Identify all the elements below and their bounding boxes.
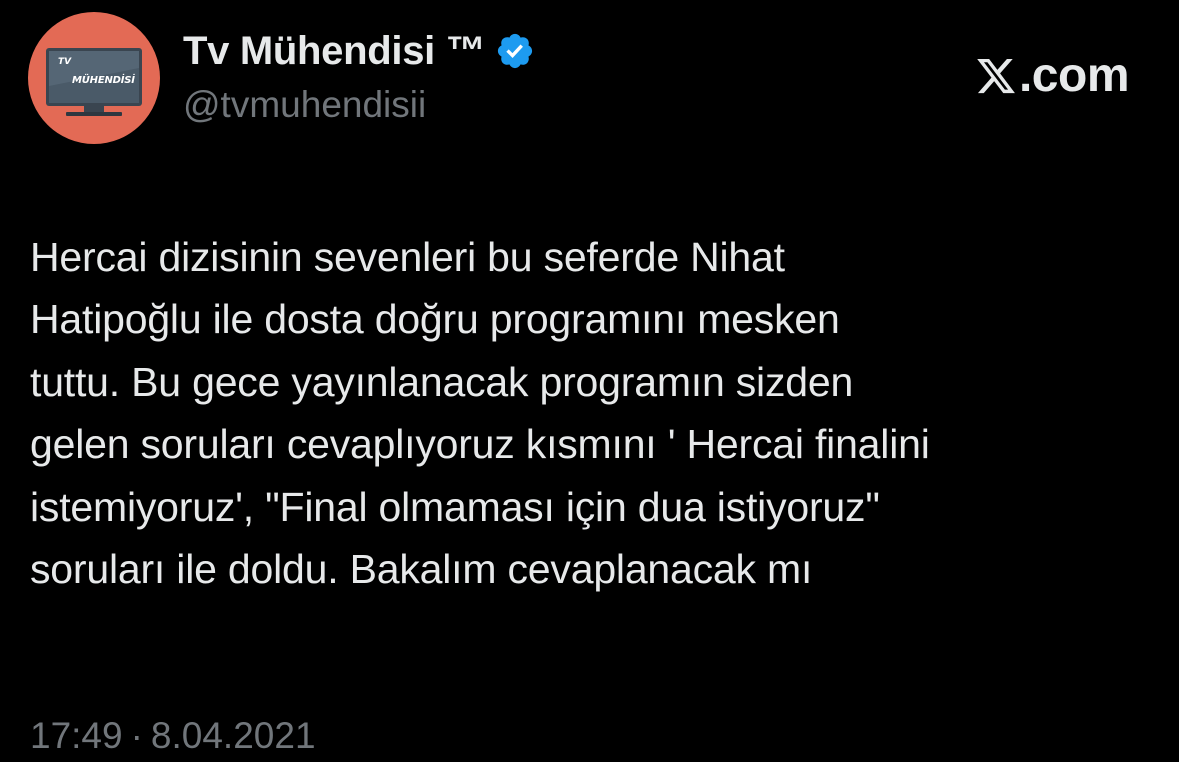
author-display-name[interactable]: Tv Mühendisi ™ xyxy=(183,29,486,74)
author-name-row: Tv Mühendisi ™ xyxy=(183,26,535,76)
verified-badge-icon xyxy=(495,31,535,71)
brand-text: .com xyxy=(1018,49,1130,102)
tweet-text-line: tuttu. Bu gece yayınlanacak programın si… xyxy=(30,358,854,405)
author-handle[interactable]: @tvmuhendisii xyxy=(183,84,426,126)
tweet-timestamp: 17:49 · 8.04.2021 xyxy=(30,715,316,757)
tweet-text-line: gelen soruları cevaplıyoruz kısmını ' He… xyxy=(30,421,930,468)
avatar-text-muhendisi: MÜHENDİSİ xyxy=(72,75,135,86)
avatar-text-tv: TV xyxy=(58,57,72,67)
tweet-text-line: soruları ile doldu. Bakalım cevaplanacak… xyxy=(30,546,813,593)
meta-separator: · xyxy=(130,715,143,756)
x-logo-icon xyxy=(975,55,1017,97)
tweet-text-line: istemiyoruz', "Final olmaması için dua i… xyxy=(30,483,880,530)
avatar[interactable]: TV MÜHENDİSİ xyxy=(28,12,160,144)
tweet-card: TV MÜHENDİSİ Tv Mühendisi ™ @tvmuhendisi… xyxy=(0,0,1179,762)
tweet-text-line: Hercai dizisinin sevenleri bu seferde Ni… xyxy=(30,234,785,280)
brand-watermark: .com xyxy=(975,48,1130,103)
tweet-time-link[interactable]: 17:49 xyxy=(30,715,123,756)
tweet-text-line: Hatipoğlu ile dosta doğru programını mes… xyxy=(30,296,840,343)
tweet-text: Hercai dizisinin sevenleri bu seferde Ni… xyxy=(30,226,1160,600)
tweet-date-link[interactable]: 8.04.2021 xyxy=(151,715,316,756)
